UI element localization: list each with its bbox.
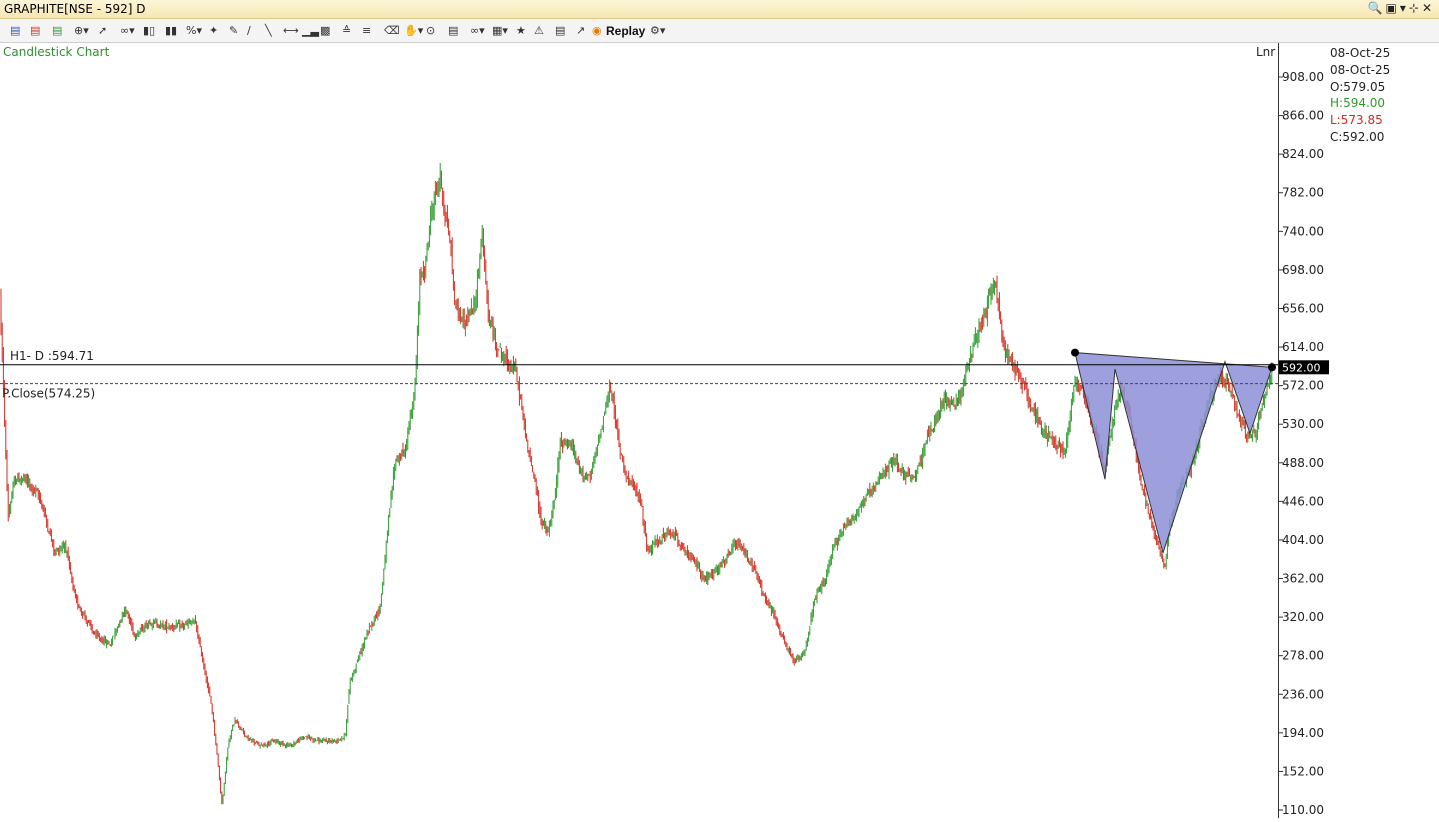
bar-chart-icon[interactable]: ▮▯	[143, 23, 155, 39]
eraser-icon[interactable]: ⌫	[384, 23, 400, 39]
chart-type-label: Candlestick Chart	[3, 45, 110, 59]
y-tick-label-2: 824.00	[1282, 147, 1324, 161]
price-axis[interactable]: 908.00 866.00 824.00 782.00 740.00 698.00 656.…	[1278, 43, 1329, 818]
price-chart[interactable]: Candlestick Chart Lnr H1- D :594.71 P.Cl…	[0, 43, 1278, 818]
link-icon[interactable]: ∞▾	[470, 23, 485, 39]
window-controls: 🔍▣▾⊹✕	[1368, 1, 1435, 15]
replay-icon[interactable]: ◉	[592, 23, 602, 39]
interval-icon-2[interactable]: ▤	[30, 23, 40, 39]
horizontal-line-icon[interactable]: ⟷	[283, 23, 299, 39]
chevron-down-icon[interactable]: ▾	[1400, 1, 1409, 15]
h1-line-label: H1- D :594.71	[10, 349, 94, 363]
chart-canvas: Candlestick Chart Lnr H1- D :594.71 P.Cl…	[0, 45, 1278, 805]
document-icon[interactable]: ▤	[448, 23, 458, 39]
search-icon[interactable]: 🔍	[1368, 1, 1386, 15]
y-tick-label-19: 110.00	[1282, 803, 1324, 817]
cube-icon[interactable]: ▩	[320, 23, 330, 39]
fibonacci-icon[interactable]: ≙	[342, 23, 351, 39]
y-tick-label-16: 236.00	[1282, 687, 1324, 701]
display-icon[interactable]: ▣	[1386, 1, 1400, 15]
price-candles	[0, 163, 1273, 805]
interval-icon-3[interactable]: ▤	[52, 23, 62, 39]
ruler-icon[interactable]: ∕	[247, 23, 251, 39]
y-tick-label-6: 656.00	[1282, 302, 1324, 316]
ohlc-low: L:573.85	[1330, 113, 1383, 128]
y-tick-label-11: 446.00	[1282, 494, 1324, 508]
inverse-head-shoulders-pattern	[1074, 352, 1273, 555]
volume-icon[interactable]: ▁▃	[302, 23, 319, 39]
y-tick-label-7: 614.00	[1282, 340, 1324, 354]
y-tick-label-0: 908.00	[1282, 70, 1324, 84]
trendline-icon[interactable]: ╲	[265, 23, 272, 39]
indicator-icon[interactable]: ∞▾	[120, 23, 135, 39]
pointer-icon[interactable]: ➚	[98, 23, 107, 39]
pen-icon[interactable]: ✎	[229, 23, 238, 39]
table-icon[interactable]: ▦▾	[492, 23, 508, 39]
y-tick-label-14: 320.00	[1282, 610, 1324, 624]
close-icon[interactable]: ✕	[1422, 1, 1435, 15]
window-title: GRAPHITE[NSE - 592] D	[4, 2, 146, 16]
parallel-lines-icon[interactable]: ≡	[362, 23, 371, 39]
star-icon[interactable]: ★	[516, 23, 526, 39]
y-tick-label-4: 740.00	[1282, 224, 1324, 238]
interval-icon[interactable]: ▤	[10, 23, 20, 39]
y-tick-label-9: 530.00	[1282, 417, 1324, 431]
replay-button[interactable]: Replay	[606, 23, 645, 39]
ohlc-close: C:592.00	[1330, 129, 1385, 144]
y-tick-label-18: 152.00	[1282, 764, 1324, 778]
y-tick-label-5: 698.00	[1282, 263, 1324, 277]
ohlc-date: 08-Oct-25	[1330, 46, 1391, 60]
calculator-icon[interactable]: ▤	[555, 23, 565, 39]
title-bar: GRAPHITE[NSE - 592] D 🔍▣▾⊹✕	[0, 0, 1439, 19]
y-tick-label-3: 782.00	[1282, 186, 1324, 200]
percent-icon[interactable]: %▾	[186, 23, 202, 39]
ohlc-info-panel: 08-Oct-25 08-Oct-25 O:579.05 H:594.00 L:…	[1330, 45, 1435, 146]
line-chart-icon[interactable]: ↗	[576, 23, 585, 39]
ohlc-open: O:579.05	[1330, 79, 1386, 94]
y-tick-label-8: 572.00	[1282, 379, 1324, 393]
last-price-label: 592.00	[1282, 361, 1321, 374]
hand-icon[interactable]: ✋▾	[404, 23, 423, 39]
gear-icon[interactable]: ⚙▾	[650, 23, 665, 39]
y-tick-label-10: 488.00	[1282, 456, 1324, 470]
ohlc-date-secondary: 08-Oct-25	[1330, 62, 1391, 77]
pattern-anchor-0[interactable]	[1071, 348, 1079, 357]
y-tick-label-17: 194.00	[1282, 726, 1324, 740]
y-tick-label-12: 404.00	[1282, 533, 1324, 547]
price-axis-canvas: 908.00 866.00 824.00 782.00 740.00 698.00 656.…	[1279, 70, 1329, 817]
chart-toolbar: ▤ ▤ ▤ ⊕▾ ➚ ∞▾ ▮▯ ▮▮ %▾ ✦ ✎ ∕ ╲ ⟷ ▁▃ ▩ ≙ …	[0, 19, 1439, 43]
candlestick-icon[interactable]: ▮▮	[165, 23, 177, 39]
zoom-icon[interactable]: ⊙	[426, 23, 435, 39]
y-tick-label-15: 278.00	[1282, 649, 1324, 663]
y-tick-label-13: 362.00	[1282, 572, 1324, 586]
alert-icon[interactable]: ⚠	[534, 23, 544, 39]
y-tick-label-1: 866.00	[1282, 109, 1324, 123]
ohlc-high: H:594.00	[1330, 96, 1386, 111]
price-axis-ticks: 908.00 866.00 824.00 782.00 740.00 698.00 656.…	[1279, 70, 1324, 817]
scale-mode-label[interactable]: Lnr	[1256, 45, 1275, 59]
crosshair-icon[interactable]: ⊕▾	[74, 23, 89, 39]
pin-icon[interactable]: ⊹	[1409, 1, 1422, 15]
prev-close-label: P.Close(574.25)	[2, 387, 95, 401]
draw-icon[interactable]: ✦	[209, 23, 218, 39]
